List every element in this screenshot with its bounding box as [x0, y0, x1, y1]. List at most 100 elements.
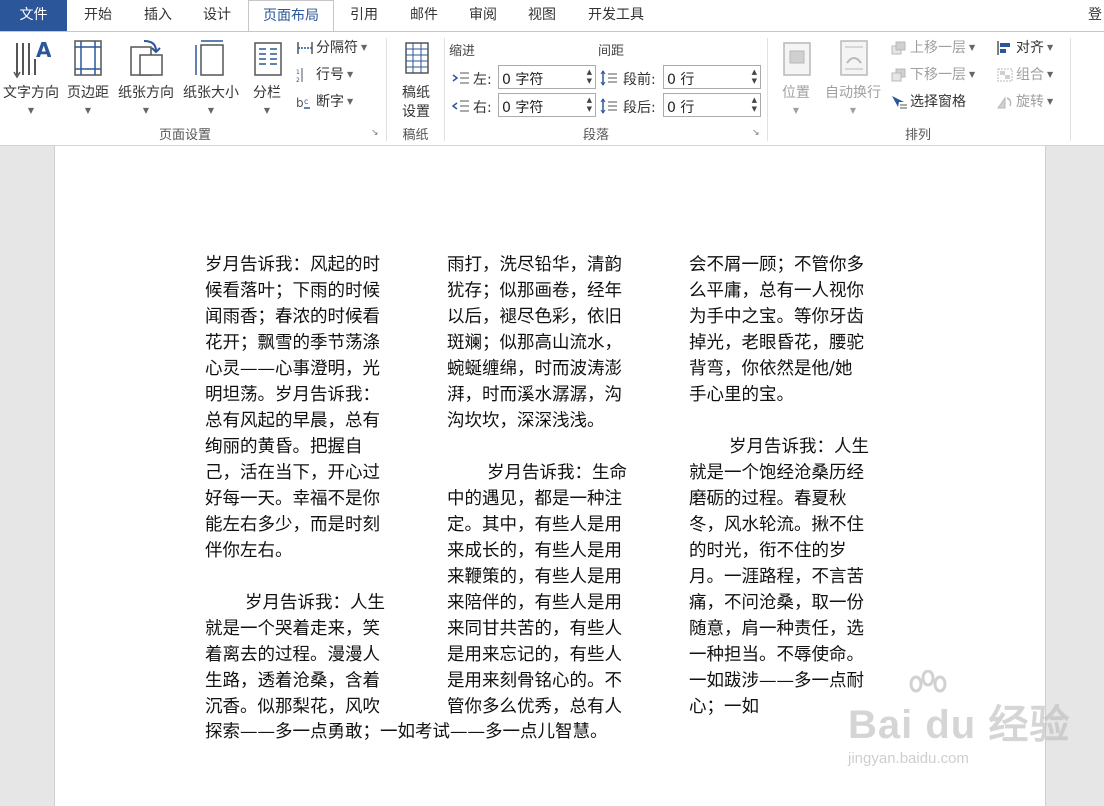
draft-paper-icon: [405, 42, 429, 74]
spacing-after-row: 段后: 0 行 ▲ ▼: [600, 93, 762, 119]
spanning-text-line: 探索——多一点勇敢；一如考试——多一点儿智慧。: [205, 722, 608, 742]
chevron-down-icon: ▼: [1047, 70, 1054, 79]
tab-home[interactable]: 开始: [72, 0, 124, 31]
sign-in-link[interactable]: 登: [1088, 0, 1104, 31]
ribbon-tab-bar: 文件 开始 插入 设计 页面布局 引用 邮件 审阅 视图 开发工具 登: [0, 0, 1104, 31]
wrap-text-button[interactable]: 自动换行 ▼: [822, 37, 884, 123]
selection-pane-button[interactable]: 选择窗格: [890, 91, 966, 113]
group-icon: [997, 68, 1013, 82]
tab-design[interactable]: 设计: [191, 0, 243, 31]
spacing-after-input[interactable]: 0 行 ▲ ▼: [663, 93, 761, 117]
draft-paper-setup-button[interactable]: 稿纸 设置: [390, 37, 442, 123]
align-icon: [997, 41, 1010, 55]
hyphenation-icon: b c: [296, 96, 310, 110]
text-direction-button[interactable]: A 文字方向 ▼: [0, 37, 62, 123]
indent-left-input[interactable]: 0 字符 ▲ ▼: [498, 65, 596, 89]
svg-text:A: A: [36, 38, 51, 62]
svg-text:1: 1: [296, 69, 300, 76]
align-button[interactable]: 对齐 ▼: [996, 37, 1053, 59]
text-direction-icon: A: [13, 38, 51, 79]
tab-insert[interactable]: 插入: [132, 0, 184, 31]
tab-review[interactable]: 审阅: [457, 0, 509, 31]
indent-header: 缩进: [449, 44, 476, 59]
baidu-jingyan-watermark: Bai du 经验 jingyan.baidu.com: [848, 670, 1069, 780]
spin-up-icon[interactable]: ▲: [587, 69, 592, 76]
tab-developer[interactable]: 开发工具: [576, 0, 656, 31]
ribbon: A 文字方向 ▼ 页边距 ▼ 纸张方向 ▼ 纸张大小 ▼ 分栏 ▼ 分隔符 ▼ …: [0, 31, 1104, 146]
spacing-before-input[interactable]: 0 行 ▲ ▼: [663, 65, 761, 89]
chevron-down-icon: ▼: [207, 106, 215, 115]
indent-right-input[interactable]: 0 字符 ▲ ▼: [498, 93, 596, 117]
draft-paper-group-label: 稿纸: [402, 128, 429, 143]
chevron-down-icon: ▼: [969, 70, 976, 79]
margins-icon: [74, 40, 102, 76]
chevron-down-icon: ▼: [347, 70, 354, 79]
tab-file[interactable]: 文件: [0, 0, 67, 31]
column-1: 岁月告诉我：风起的时 候看落叶；下雨的时候 闻雨香；春浓的时候看 花开；飘雪的季节荡…: [205, 252, 405, 720]
bring-forward-button[interactable]: 上移一层 ▼: [890, 37, 975, 59]
orientation-icon: [130, 40, 163, 76]
group-divider: [444, 38, 445, 141]
group-divider: [1070, 38, 1071, 141]
send-backward-icon: [891, 68, 906, 82]
chevron-down-icon: ▼: [1047, 97, 1054, 106]
chevron-down-icon: ▼: [1047, 43, 1054, 52]
spacing-before-icon: [600, 70, 617, 86]
chevron-down-icon: ▼: [969, 43, 976, 52]
chevron-down-icon: ▼: [27, 106, 35, 115]
paragraph-group-label: 段落: [582, 128, 609, 143]
spin-down-icon[interactable]: ▼: [587, 106, 592, 113]
columns-icon: [254, 42, 282, 76]
paragraph: 岁月告诉我：人生 就是一个哭着走来，笑 着离去的过程。漫漫人 生路，透着沧桑，含着 …: [205, 593, 385, 717]
breaks-button[interactable]: 分隔符 ▼: [296, 37, 367, 59]
margins-button[interactable]: 页边距 ▼: [63, 37, 113, 123]
rotate-button[interactable]: 旋转 ▼: [996, 91, 1053, 113]
page-setup-group-label: 页面设置: [158, 128, 211, 143]
paragraph: 岁月告诉我：生命 中的遇见，都是一种注 定。其中，有些人是用 来成长的，有些人是用 …: [447, 463, 627, 717]
hyphenation-button[interactable]: b c 断字 ▼: [296, 91, 353, 113]
paragraph: 雨打，洗尽铅华，清韵 犹存；似那画卷，经年 以后，褪尽色彩，依旧 斑斓；似那高山流水…: [447, 255, 622, 431]
spin-up-icon[interactable]: ▲: [587, 97, 592, 104]
spacing-before-row: 段前: 0 行 ▲ ▼: [600, 65, 762, 91]
spin-down-icon[interactable]: ▼: [587, 78, 592, 85]
column-2: 雨打，洗尽铅华，清韵 犹存；似那画卷，经年 以后，褪尽色彩，依旧 斑斓；似那高山流水…: [447, 252, 647, 720]
spacing-header: 间距: [598, 44, 625, 59]
paragraph: 岁月告诉我：风起的时 候看落叶；下雨的时候 闻雨香；春浓的时候看 花开；飘雪的季节荡…: [205, 255, 380, 561]
columns-button[interactable]: 分栏 ▼: [246, 37, 288, 123]
tab-references[interactable]: 引用: [338, 0, 390, 31]
chevron-down-icon: ▼: [142, 106, 150, 115]
send-backward-button[interactable]: 下移一层 ▼: [890, 64, 975, 86]
chevron-down-icon: ▼: [347, 97, 354, 106]
chevron-down-icon: ▼: [792, 106, 800, 115]
spin-up-icon[interactable]: ▲: [752, 69, 757, 76]
svg-text:b: b: [296, 96, 304, 110]
orientation-button[interactable]: 纸张方向 ▼: [114, 37, 178, 123]
position-button[interactable]: 位置 ▼: [772, 37, 820, 123]
page-setup-dialog-launcher-icon[interactable]: ↘: [371, 129, 380, 138]
line-numbers-icon: 1 2: [296, 68, 303, 83]
paper-size-icon: [195, 40, 224, 76]
tab-mailings[interactable]: 邮件: [398, 0, 450, 31]
spin-down-icon[interactable]: ▼: [752, 78, 757, 85]
svg-text:c: c: [304, 97, 308, 106]
chevron-down-icon: ▼: [849, 106, 857, 115]
svg-text:2: 2: [296, 77, 300, 83]
arrange-group-label: 排列: [904, 128, 931, 143]
group-button[interactable]: 组合 ▼: [996, 64, 1053, 86]
group-divider: [386, 38, 387, 141]
indent-left-icon: [452, 72, 469, 84]
column-3: 会不屑一顾；不管你多 么平庸，总有一人视你 为手中之宝。等你牙齿 掉光，老眼昏花，腰…: [689, 252, 889, 720]
tab-view[interactable]: 视图: [516, 0, 568, 31]
tab-page-layout[interactable]: 页面布局: [248, 0, 334, 31]
wrap-text-icon: [840, 40, 868, 76]
spacing-after-icon: [600, 98, 617, 114]
size-button[interactable]: 纸张大小 ▼: [179, 37, 243, 123]
chevron-down-icon: ▼: [263, 106, 271, 115]
paragraph-dialog-launcher-icon[interactable]: ↘: [752, 129, 761, 138]
chevron-down-icon: ▼: [361, 43, 368, 52]
indent-right-row: 右: 0 字符 ▲ ▼: [452, 93, 598, 119]
line-numbers-button[interactable]: 1 2 行号 ▼: [296, 64, 353, 86]
spin-up-icon[interactable]: ▲: [752, 97, 757, 104]
spin-down-icon[interactable]: ▼: [752, 106, 757, 113]
bring-forward-icon: [891, 41, 906, 55]
